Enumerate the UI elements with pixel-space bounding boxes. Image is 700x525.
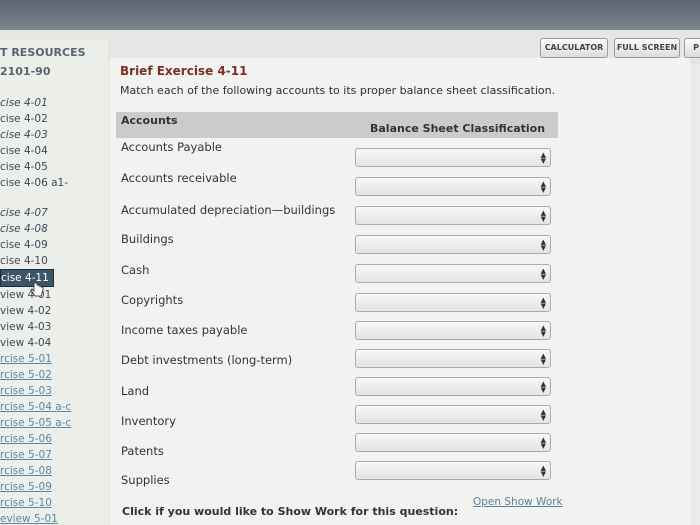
classification-select[interactable]: ▲ ▼: [355, 293, 551, 312]
sidebar-item[interactable]: view 4-04: [0, 335, 108, 351]
account-label: Accounts receivable: [121, 171, 237, 185]
sidebar-item[interactable]: view 4-02: [0, 303, 108, 319]
select-arrow-icon: ▲ ▼: [540, 380, 546, 394]
sidebar-item[interactable]: rcise 5-04 a-c: [0, 399, 108, 415]
sidebar-item[interactable]: cise 4-01: [0, 95, 108, 111]
select-arrow-icon: ▲ ▼: [540, 352, 546, 366]
sidebar-item[interactable]: cise 4-10: [0, 253, 108, 269]
sidebar-item[interactable]: rcise 5-07: [0, 447, 108, 463]
classification-select[interactable]: ▲ ▼: [355, 235, 551, 254]
exercise-instruction: Match each of the following accounts to …: [120, 84, 556, 97]
classification-select[interactable]: ▲ ▼: [355, 148, 551, 167]
sidebar-item[interactable]: cise 4-02: [0, 111, 108, 127]
account-label: Income taxes payable: [121, 323, 248, 337]
sidebar-item[interactable]: eview 5-01: [0, 511, 108, 525]
sidebar-item[interactable]: rcise 5-06: [0, 431, 108, 447]
sidebar-item[interactable]: rcise 5-05 a-c: [0, 415, 108, 431]
account-label: Inventory: [121, 414, 176, 428]
column-header-accounts: Accounts: [121, 114, 178, 127]
account-label: Supplies: [121, 473, 170, 487]
account-label: Buildings: [121, 232, 174, 246]
select-arrow-icon: ▲ ▼: [540, 436, 546, 450]
classification-select[interactable]: ▲ ▼: [355, 349, 551, 368]
browser-top-bar: [0, 0, 700, 30]
account-label: Debt investments (long-term): [121, 353, 293, 367]
sidebar-item[interactable]: rcise 5-10: [0, 495, 108, 511]
classification-select[interactable]: ▲ ▼: [355, 206, 551, 225]
classification-select[interactable]: ▲ ▼: [355, 177, 551, 196]
classification-select[interactable]: ▲ ▼: [355, 321, 551, 340]
exercise-title: Brief Exercise 4-11: [120, 64, 248, 78]
account-label: Accounts Payable: [121, 140, 222, 154]
classification-select[interactable]: ▲ ▼: [355, 433, 551, 452]
print-button[interactable]: P: [684, 38, 700, 58]
column-header-classification: Balance Sheet Classification: [370, 122, 546, 135]
classification-select[interactable]: ▲ ▼: [355, 264, 551, 283]
select-arrow-icon: ▲ ▼: [540, 267, 546, 281]
calculator-button[interactable]: CALCULATOR: [540, 38, 608, 58]
full-screen-button[interactable]: FULL SCREEN: [614, 38, 680, 58]
resources-heading: T RESOURCES: [0, 46, 86, 59]
exercise-list: cise 4-01 cise 4-02 cise 4-03 cise 4-04 …: [0, 95, 108, 525]
account-label: Patents: [121, 444, 164, 458]
sidebar-item[interactable]: rcise 5-01: [0, 351, 108, 367]
sidebar: T RESOURCES 2101-90 cise 4-01 cise 4-02 …: [0, 40, 108, 525]
select-arrow-icon: ▲ ▼: [540, 324, 546, 338]
sidebar-item[interactable]: rcise 5-09: [0, 479, 108, 495]
select-arrow-icon: ▲ ▼: [540, 408, 546, 422]
sidebar-item[interactable]: view 4-03: [0, 319, 108, 335]
sidebar-item-active[interactable]: cise 4-11: [0, 269, 54, 287]
sidebar-item[interactable]: cise 4-03: [0, 127, 108, 143]
sidebar-item[interactable]: rcise 5-03: [0, 383, 108, 399]
select-arrow-icon: ▲ ▼: [540, 296, 546, 310]
classification-select[interactable]: ▲ ▼: [355, 461, 551, 480]
classification-select[interactable]: ▲ ▼: [355, 405, 551, 424]
open-show-work-link[interactable]: Open Show Work: [473, 496, 563, 508]
classification-select[interactable]: ▲ ▼: [355, 377, 551, 396]
sidebar-item[interactable]: cise 4-08: [0, 221, 108, 237]
sidebar-item[interactable]: cise 4-04: [0, 143, 108, 159]
select-arrow-icon: ▲ ▼: [540, 238, 546, 252]
account-label: Copyrights: [121, 293, 184, 307]
select-arrow-icon: ▲ ▼: [540, 180, 546, 194]
select-arrow-icon: ▲ ▼: [540, 209, 546, 223]
sidebar-item[interactable]: rcise 5-08: [0, 463, 108, 479]
sidebar-item[interactable]: view 4-01: [0, 287, 108, 303]
account-label: Land: [121, 384, 150, 398]
hand-cursor-icon: [30, 282, 44, 297]
sidebar-item[interactable]: cise 4-09: [0, 237, 108, 253]
sidebar-item[interactable]: cise 4-07: [0, 205, 108, 221]
account-label: Accumulated depreciation—buildings: [121, 203, 336, 217]
account-label: Cash: [121, 263, 150, 277]
sidebar-item[interactable]: cise 4-05: [0, 159, 108, 175]
course-heading: 2101-90: [0, 65, 51, 78]
sidebar-item[interactable]: cise 4-06 a1-: [0, 175, 108, 191]
select-arrow-icon: ▲ ▼: [540, 464, 546, 478]
select-arrow-icon: ▲ ▼: [540, 151, 546, 165]
sidebar-item[interactable]: rcise 5-02: [0, 367, 108, 383]
show-work-prompt: Click if you would like to Show Work for…: [122, 505, 459, 518]
